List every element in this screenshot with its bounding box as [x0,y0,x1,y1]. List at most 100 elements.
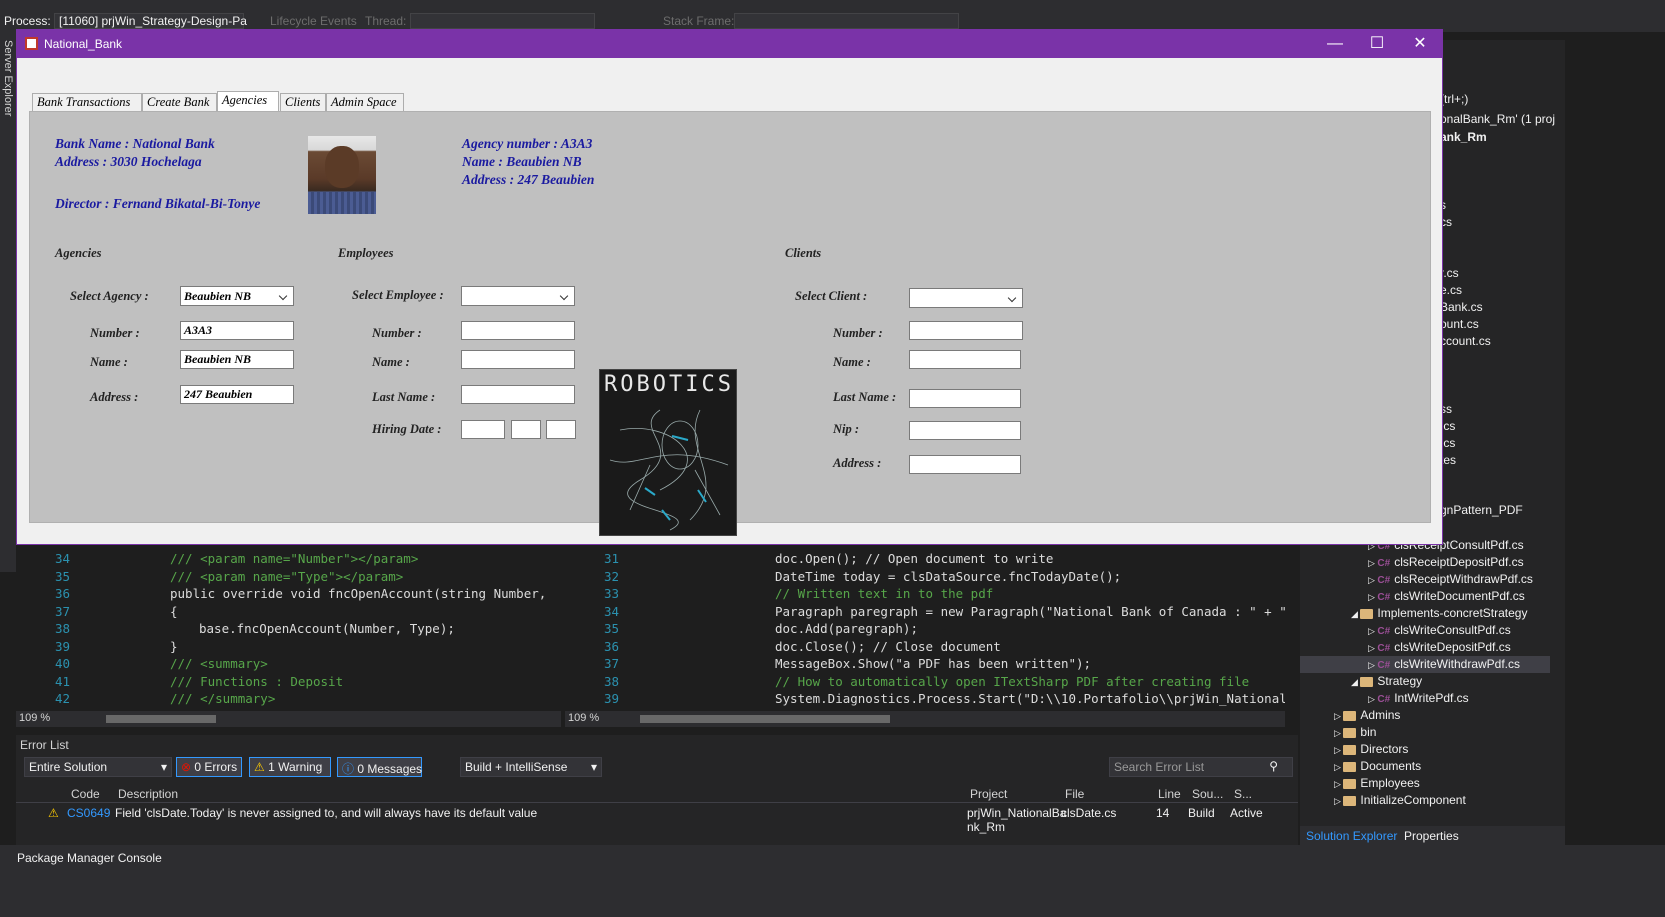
tab-bank-transactions[interactable]: Bank Transactions [32,93,142,111]
zoom-level-right[interactable]: 109 % [568,712,599,724]
tab-properties[interactable]: Properties [1404,829,1459,843]
col-line[interactable]: Line [1158,787,1181,801]
client-last-name-field[interactable] [909,389,1021,408]
code-line[interactable]: 42 /// </summary> [16,690,561,708]
code-line[interactable]: 34 /// <param name="Number"></param> [16,550,561,568]
agency-address-field[interactable]: 247 Beaubien [180,385,294,404]
code-line[interactable]: 35 /// <param name="Type"></param> [16,568,561,586]
tree-item-label[interactable]: gnPattern_PDF [1440,503,1523,517]
hiring-year-field[interactable] [546,420,576,439]
employee-number-field[interactable] [461,321,575,340]
lifecycle-events-label[interactable]: Lifecycle Events [270,14,357,28]
col-description[interactable]: Description [118,787,178,801]
server-explorer-tab[interactable]: Server Explorer [0,32,16,572]
col-code[interactable]: Code [71,787,100,801]
code-line[interactable]: 39 System.Diagnostics.Process.Start("D:\\… [565,690,1285,708]
employee-last-name-field[interactable] [461,385,575,404]
expand-chevron-icon[interactable]: ▷ [1334,728,1343,738]
code-line[interactable]: 40 /// <summary> [16,655,561,673]
tree-folder[interactable]: ▷ Directors [1300,741,1550,758]
tree-folder[interactable]: ◢ Strategy [1300,673,1550,690]
expand-chevron-icon[interactable]: ▷ [1368,643,1377,653]
tree-item-label[interactable]: onalBank_Rm' (1 proj [1440,112,1555,126]
minimize-button[interactable]: — [1313,30,1357,58]
code-editor-right[interactable]: 31 doc.Open(); // Open document to write 3… [565,540,1285,740]
tab-clients[interactable]: Clients [280,93,326,111]
tree-folder[interactable]: ◢ Implements-concretStrategy [1300,605,1550,622]
process-combo[interactable]: [11060] prjWin_Strategy-Design-Pa [54,13,247,29]
tree-item-label[interactable]: ank_Rm [1440,130,1487,144]
expand-chevron-icon[interactable]: ▷ [1368,592,1377,602]
window-title-bar[interactable]: National_Bank — ☐ ✕ [17,30,1442,58]
tree-folder[interactable]: ▷ Admins [1300,707,1550,724]
col-source[interactable]: Sou... [1192,787,1223,801]
hiring-month-field[interactable] [511,420,541,439]
expand-chevron-icon[interactable]: ◢ [1351,609,1360,619]
tab-create-bank[interactable]: Create Bank [142,93,217,111]
code-line[interactable]: 32 DateTime today = clsDataSource.fncToda… [565,568,1285,586]
tree-file[interactable]: ▷ C# IntWritePdf.cs [1300,690,1550,707]
col-file[interactable]: File [1065,787,1084,801]
code-line[interactable]: 37 { [16,603,561,621]
expand-chevron-icon[interactable]: ◢ [1351,677,1360,687]
tab-admin-space[interactable]: Admin Space [326,93,404,111]
expand-chevron-icon[interactable]: ▷ [1368,575,1377,585]
code-line[interactable]: 36 public override void fncOpenAccount(st… [16,585,561,603]
col-project[interactable]: Project [970,787,1007,801]
tab-agencies[interactable]: Agencies [217,91,279,112]
tree-item-label[interactable]: Bank.cs [1440,300,1483,314]
client-number-field[interactable] [909,321,1023,340]
close-button[interactable]: ✕ [1398,30,1442,58]
package-manager-console-tab[interactable]: Package Manager Console [17,851,162,865]
client-address-field[interactable] [909,455,1021,474]
hiring-day-field[interactable] [461,420,505,439]
tree-folder[interactable]: ▷ Employees [1300,775,1550,792]
hscroll-thumb-left[interactable] [106,715,216,723]
tree-file[interactable]: ▷ C# clsWriteConsultPdf.cs [1300,622,1550,639]
client-name-field[interactable] [909,350,1021,369]
employee-name-field[interactable] [461,350,575,369]
code-editor-left[interactable]: 34 /// <param name="Number"></param> 35 ///… [16,540,561,740]
col-suppression[interactable]: S... [1234,787,1252,801]
code-line[interactable]: 39} [16,638,561,656]
expand-chevron-icon[interactable]: ▷ [1368,558,1377,568]
tree-file[interactable]: ▷ C# clsWriteDocumentPdf.cs [1300,588,1550,605]
scope-dropdown[interactable]: Entire Solution ▾ [24,757,172,777]
tree-item-label[interactable]: ccount.cs [1440,334,1491,348]
tree-item-label[interactable]: ount.cs [1440,317,1479,331]
tree-folder[interactable]: ▷ bin [1300,724,1550,741]
expand-chevron-icon[interactable]: ▷ [1334,796,1343,806]
build-filter-dropdown[interactable]: Build + IntelliSense ▾ [460,757,602,777]
zoom-level-left[interactable]: 109 % [19,712,50,724]
select-employee-dropdown[interactable] [461,286,575,306]
messages-filter-button[interactable]: ⓘ 0 Messages [337,757,422,777]
select-agency-dropdown[interactable]: Beaubien NB [180,286,294,306]
tree-item-label[interactable]: (trl+;) [1440,92,1468,106]
errors-filter-button[interactable]: ⊗ 0 Errors [176,757,242,777]
tab-solution-explorer[interactable]: Solution Explorer [1306,829,1397,843]
thread-combo[interactable] [410,13,595,29]
code-line[interactable]: 35 doc.Add(paregraph); [565,620,1285,638]
code-line[interactable]: 36 doc.Close(); // Close document [565,638,1285,656]
tree-file[interactable]: ▷ C# clsWriteWithdrawPdf.cs [1300,656,1550,673]
hscroll-thumb-right[interactable] [640,715,890,723]
expand-chevron-icon[interactable]: ▷ [1368,694,1377,704]
client-nip-field[interactable] [909,421,1021,440]
table-row[interactable]: ⚠ CS0649 Field 'clsDate.Today' is never … [16,803,1298,839]
code-line[interactable]: 37 MessageBox.Show("a PDF has been writte… [565,655,1285,673]
expand-chevron-icon[interactable]: ▷ [1368,626,1377,636]
maximize-button[interactable]: ☐ [1355,30,1399,58]
code-line[interactable]: 33 // Written text in to the pdf [565,585,1285,603]
agency-name-field[interactable]: Beaubien NB [180,350,294,369]
expand-chevron-icon[interactable]: ▷ [1334,711,1343,721]
tree-file[interactable]: ▷ C# clsReceiptWithdrawPdf.cs [1300,571,1550,588]
select-client-dropdown[interactable] [909,288,1023,308]
tree-item-label[interactable]: e.cs [1440,283,1462,297]
tree-file[interactable]: ▷ C# clsWriteDepositPdf.cs [1300,639,1550,656]
stack-frame-combo[interactable] [734,13,959,29]
code-line[interactable]: 38 // How to automatically open ITextShar… [565,673,1285,691]
tree-folder[interactable]: ▷ InitializeComponent [1300,792,1550,809]
code-line[interactable]: 34 Paragraph paregraph = new Paragraph("N… [565,603,1285,621]
code-line[interactable]: 38 base.fncOpenAccount(Number, Type); [16,620,561,638]
tree-folder[interactable]: ▷ Documents [1300,758,1550,775]
